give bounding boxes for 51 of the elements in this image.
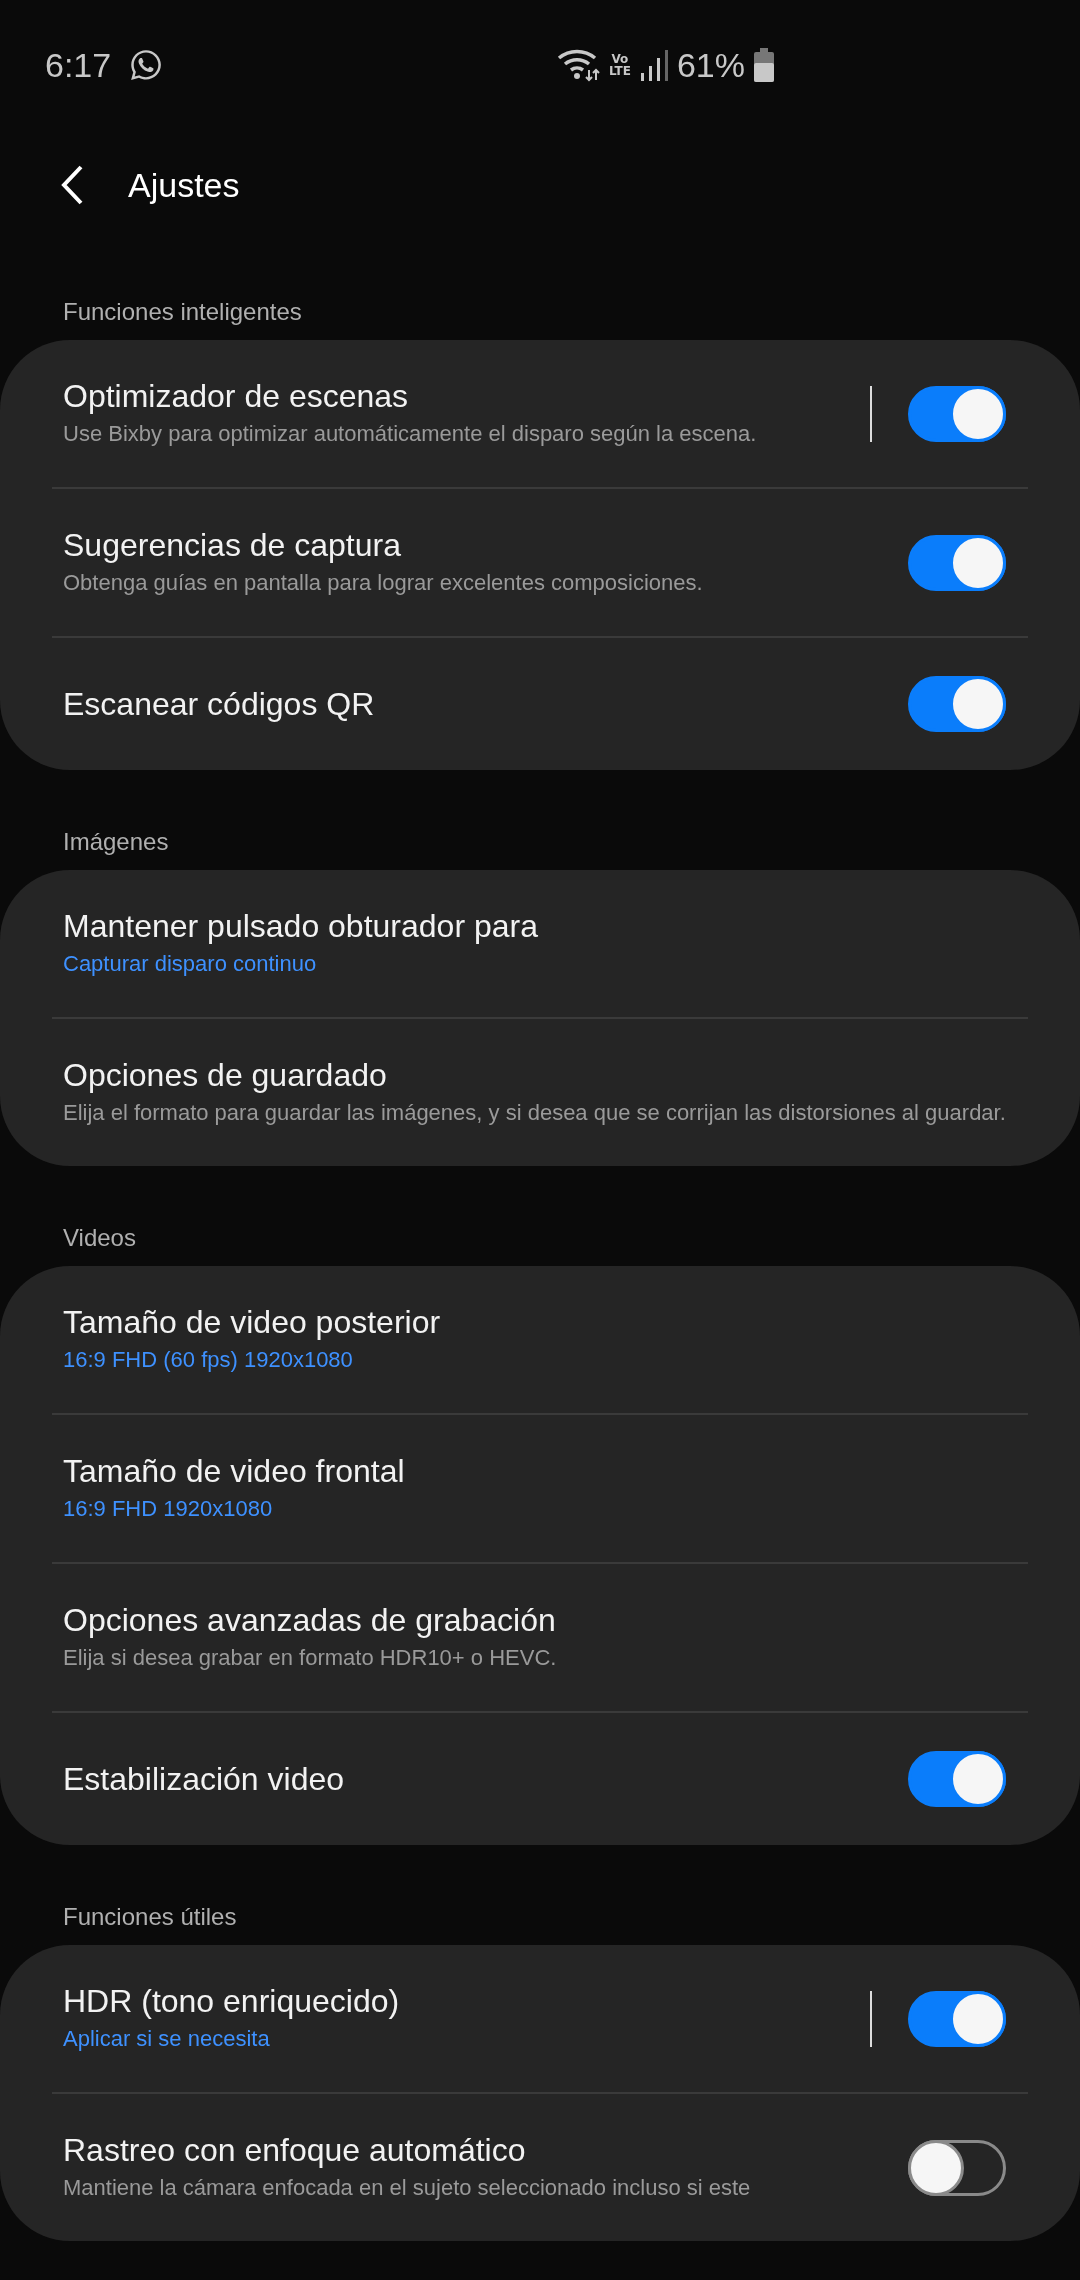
setting-title: Opciones avanzadas de grabación: [63, 1602, 557, 1639]
battery-percentage: 61%: [676, 45, 745, 85]
toggle-switch[interactable]: [908, 534, 1006, 591]
setting-value: Aplicar si se necesita: [63, 2025, 271, 2053]
settings-row[interactable]: Escanear códigos QR: [52, 638, 1028, 770]
toggle-switch[interactable]: [908, 2139, 1006, 2196]
chat-bubble-icon: [129, 48, 164, 82]
settings-row[interactable]: Mantener pulsado obturador para Capturar disparo continuo: [52, 870, 1028, 1019]
section-header: Imágenes: [62, 827, 170, 857]
setting-title: HDR (tono enriquecido): [63, 1983, 401, 2020]
setting-title: Escanear códigos QR: [63, 685, 376, 723]
setting-description: Elija si desea grabar en formato HDR10+ o HEVC.: [63, 1644, 558, 1672]
section-header: Videos: [62, 1223, 137, 1253]
back-button[interactable]: [60, 164, 84, 206]
toggle-switch[interactable]: [908, 1751, 1006, 1807]
page-title: Ajustes: [128, 165, 240, 205]
setting-title: Opciones de guardado: [63, 1057, 388, 1094]
signal-icon: [638, 49, 669, 81]
clock: 6:17: [45, 45, 112, 85]
settings-row[interactable]: Rastreo con enfoque automático Mantiene la cámara enfocada en el sujeto seleccionado incluso si este: [52, 2094, 1028, 2241]
settings-row[interactable]: Tamaño de video frontal 16:9 FHD 1920x1080: [52, 1415, 1028, 1564]
setting-value: 16:9 FHD 1920x1080: [63, 1495, 274, 1523]
setting-value: Capturar disparo continuo: [63, 950, 318, 978]
network-type: Vo LTE: [608, 53, 631, 77]
toggle-switch[interactable]: [908, 676, 1006, 732]
section-header: Funciones inteligentes: [62, 297, 303, 327]
settings-row[interactable]: Tamaño de video posterior 16:9 FHD (60 fps) 1920x1080: [52, 1266, 1028, 1415]
setting-title: Tamaño de video frontal: [63, 1453, 406, 1490]
setting-title: Optimizador de escenas: [63, 378, 410, 415]
wifi-icon: [556, 48, 601, 82]
setting-description: Mantiene la cámara enfocada en el sujeto seleccionado incluso si este: [63, 2174, 752, 2202]
setting-title: Rastreo con enfoque automático: [63, 2132, 527, 2169]
toggle-switch[interactable]: [908, 1990, 1006, 2047]
settings-row[interactable]: HDR (tono enriquecido) Aplicar si se necesita: [52, 1945, 1028, 2094]
setting-description: Elija el formato para guardar las imágenes, y si desea que se corrijan las distorsiones al guardar.: [63, 1099, 1007, 1127]
setting-value: 16:9 FHD (60 fps) 1920x1080: [63, 1346, 354, 1374]
setting-description: Use Bixby para optimizar automáticamente el disparo según la escena.: [63, 420, 758, 448]
settings-row[interactable]: Optimizador de escenas Use Bixby para optimizar automáticamente el disparo según la escena.: [52, 340, 1028, 489]
settings-row[interactable]: Opciones avanzadas de grabación Elija si desea grabar en formato HDR10+ o HEVC.: [52, 1564, 1028, 1713]
battery-icon: [753, 48, 775, 82]
setting-description: Obtenga guías en pantalla para lograr excelentes composiciones.: [63, 569, 704, 597]
setting-title: Sugerencias de captura: [63, 527, 402, 564]
setting-title: Estabilización video: [63, 1760, 346, 1798]
setting-title: Tamaño de video posterior: [63, 1304, 442, 1341]
settings-row[interactable]: Sugerencias de captura Obtenga guías en pantalla para lograr excelentes composiciones.: [52, 489, 1028, 638]
back-icon: [60, 164, 84, 206]
settings-row[interactable]: Opciones de guardado Elija el formato para guardar las imágenes, y si desea que se corrijan las distorsiones al guardar.: [52, 1019, 1028, 1166]
toggle-switch[interactable]: [908, 385, 1006, 442]
settings-row[interactable]: Estabilización video: [52, 1713, 1028, 1845]
setting-title: Mantener pulsado obturador para: [63, 908, 539, 945]
section-header: Funciones útiles: [62, 1902, 238, 1932]
